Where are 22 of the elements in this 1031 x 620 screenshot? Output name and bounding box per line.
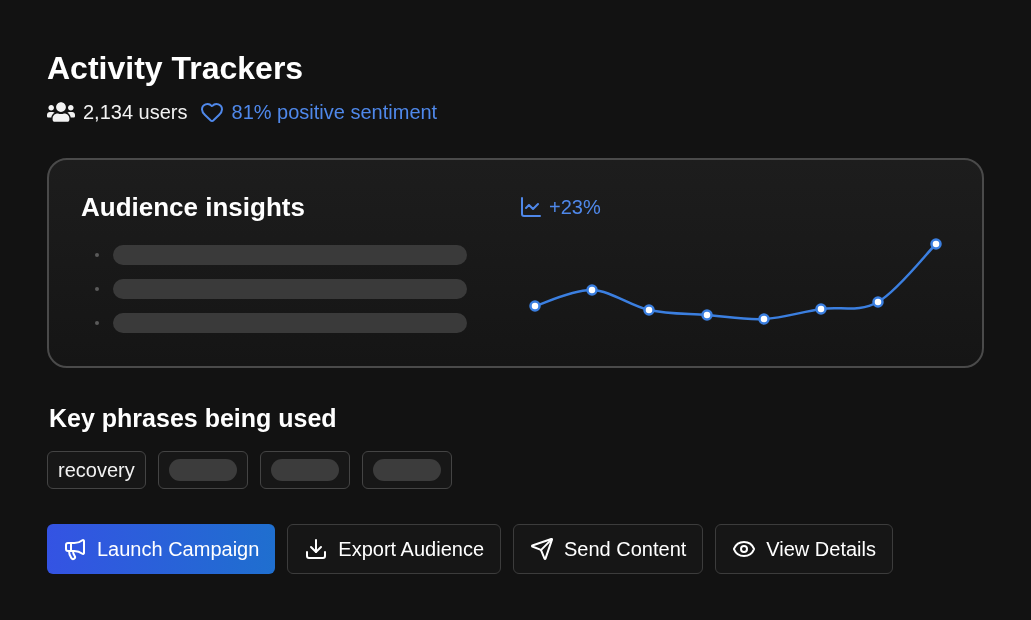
placeholder-pill bbox=[270, 459, 339, 481]
page-title: Activity Trackers bbox=[47, 49, 304, 87]
placeholder-pill bbox=[168, 459, 237, 481]
trend-value: +23% bbox=[549, 195, 601, 219]
users-count: 2,134 users bbox=[83, 100, 188, 125]
download-icon bbox=[304, 537, 329, 561]
paper-plane-icon bbox=[530, 537, 554, 561]
secondary-button[interactable]: Export Audience bbox=[287, 524, 501, 574]
line-chart-icon bbox=[519, 195, 543, 219]
secondary-button[interactable]: Send Content bbox=[513, 524, 704, 574]
card-title: Audience insights bbox=[81, 191, 305, 223]
bullet-dot-icon bbox=[95, 253, 99, 257]
secondary-button[interactable]: View Details bbox=[715, 524, 893, 574]
primary-button[interactable]: Launch Campaign bbox=[47, 524, 276, 574]
sentiment-text: 81% positive sentiment bbox=[231, 100, 438, 125]
bullet-dot-icon bbox=[95, 321, 99, 325]
phrase-tag: recovery bbox=[47, 451, 146, 489]
megaphone-icon bbox=[63, 537, 87, 561]
heart-icon bbox=[199, 100, 224, 124]
placeholder-pill bbox=[372, 459, 441, 481]
bullet-dot-icon bbox=[95, 287, 99, 291]
section-title: Key phrases being used bbox=[49, 404, 337, 432]
